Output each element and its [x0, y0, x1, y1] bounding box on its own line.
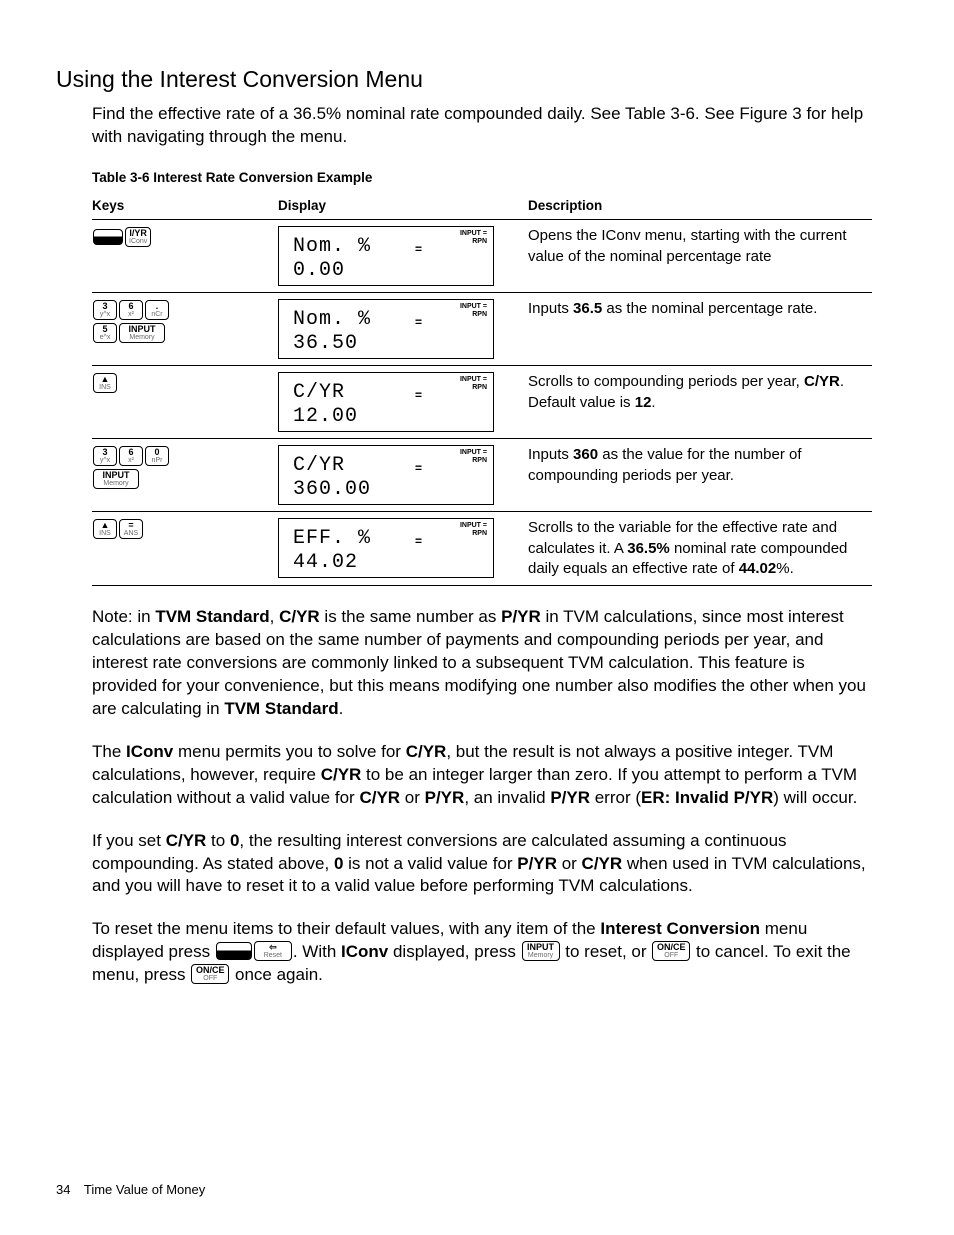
section-heading: Using the Interest Conversion Menu — [56, 64, 866, 95]
table-row: 3y^x6x².nCr 5e^xINPUTMemory INPUT =RPN = … — [92, 293, 872, 366]
intro-paragraph: Find the effective rate of a 36.5% nomin… — [92, 103, 866, 149]
calc-key-icon: ▲INS — [93, 373, 117, 393]
col-header-display: Display — [278, 193, 528, 220]
calc-key-icon: ON/CEOFF — [652, 941, 690, 961]
calc-key-icon: 3y^x — [93, 300, 117, 320]
calc-key-icon: =ANS — [119, 519, 143, 539]
shift-key-icon — [216, 942, 252, 960]
chapter-title: Time Value of Money — [84, 1182, 205, 1197]
col-header-description: Description — [528, 193, 872, 220]
note-paragraph-2: The IConv menu permits you to solve for … — [92, 741, 866, 810]
calc-key-icon: ON/CEOFF — [191, 964, 229, 984]
calc-key-icon: ⇦Reset — [254, 941, 292, 961]
col-header-keys: Keys — [92, 193, 278, 220]
table-row: ▲INS=ANS INPUT =RPN = EFF. % 44.02 Scrol… — [92, 512, 872, 586]
reset-paragraph: To reset the menu items to their default… — [92, 918, 866, 987]
calc-key-icon: INPUTMemory — [119, 323, 165, 343]
note-paragraph-1: Note: in TVM Standard, C/YR is the same … — [92, 606, 866, 721]
lcd-display: INPUT =RPN = Nom. % 36.50 — [278, 299, 494, 359]
table-row: 3y^x6x²0nPr INPUTMemory INPUT =RPN = C/YR… — [92, 439, 872, 512]
calc-key-icon: I/YRIConv — [125, 227, 151, 247]
example-table: Keys Display Description I/YRIConv INPUT… — [92, 193, 872, 586]
calc-key-icon: INPUTMemory — [522, 941, 560, 961]
page-number: 34 — [56, 1182, 70, 1197]
lcd-display: INPUT =RPN = EFF. % 44.02 — [278, 518, 494, 578]
calc-key-icon: ▲INS — [93, 519, 117, 539]
lcd-display: INPUT =RPN = Nom. % 0.00 — [278, 226, 494, 286]
calc-key-icon: 3y^x — [93, 446, 117, 466]
table-caption: Table 3-6 Interest Rate Conversion Examp… — [92, 169, 866, 187]
calc-key-icon: 5e^x — [93, 323, 117, 343]
calc-key-icon: 0nPr — [145, 446, 169, 466]
lcd-display: INPUT =RPN = C/YR 360.00 — [278, 445, 494, 505]
calc-key-icon: 6x² — [119, 446, 143, 466]
calc-key-icon: .nCr — [145, 300, 169, 320]
calc-key-icon: 6x² — [119, 300, 143, 320]
shift-key-icon — [93, 229, 123, 245]
table-row: ▲INS INPUT =RPN = C/YR 12.00 Scrolls to … — [92, 366, 872, 439]
lcd-display: INPUT =RPN = C/YR 12.00 — [278, 372, 494, 432]
note-paragraph-3: If you set C/YR to 0, the resulting inte… — [92, 830, 866, 899]
calc-key-icon: INPUTMemory — [93, 469, 139, 489]
page-footer: 34 Time Value of Money — [56, 1181, 205, 1199]
table-row: I/YRIConv INPUT =RPN = Nom. % 0.00 Opens… — [92, 220, 872, 293]
